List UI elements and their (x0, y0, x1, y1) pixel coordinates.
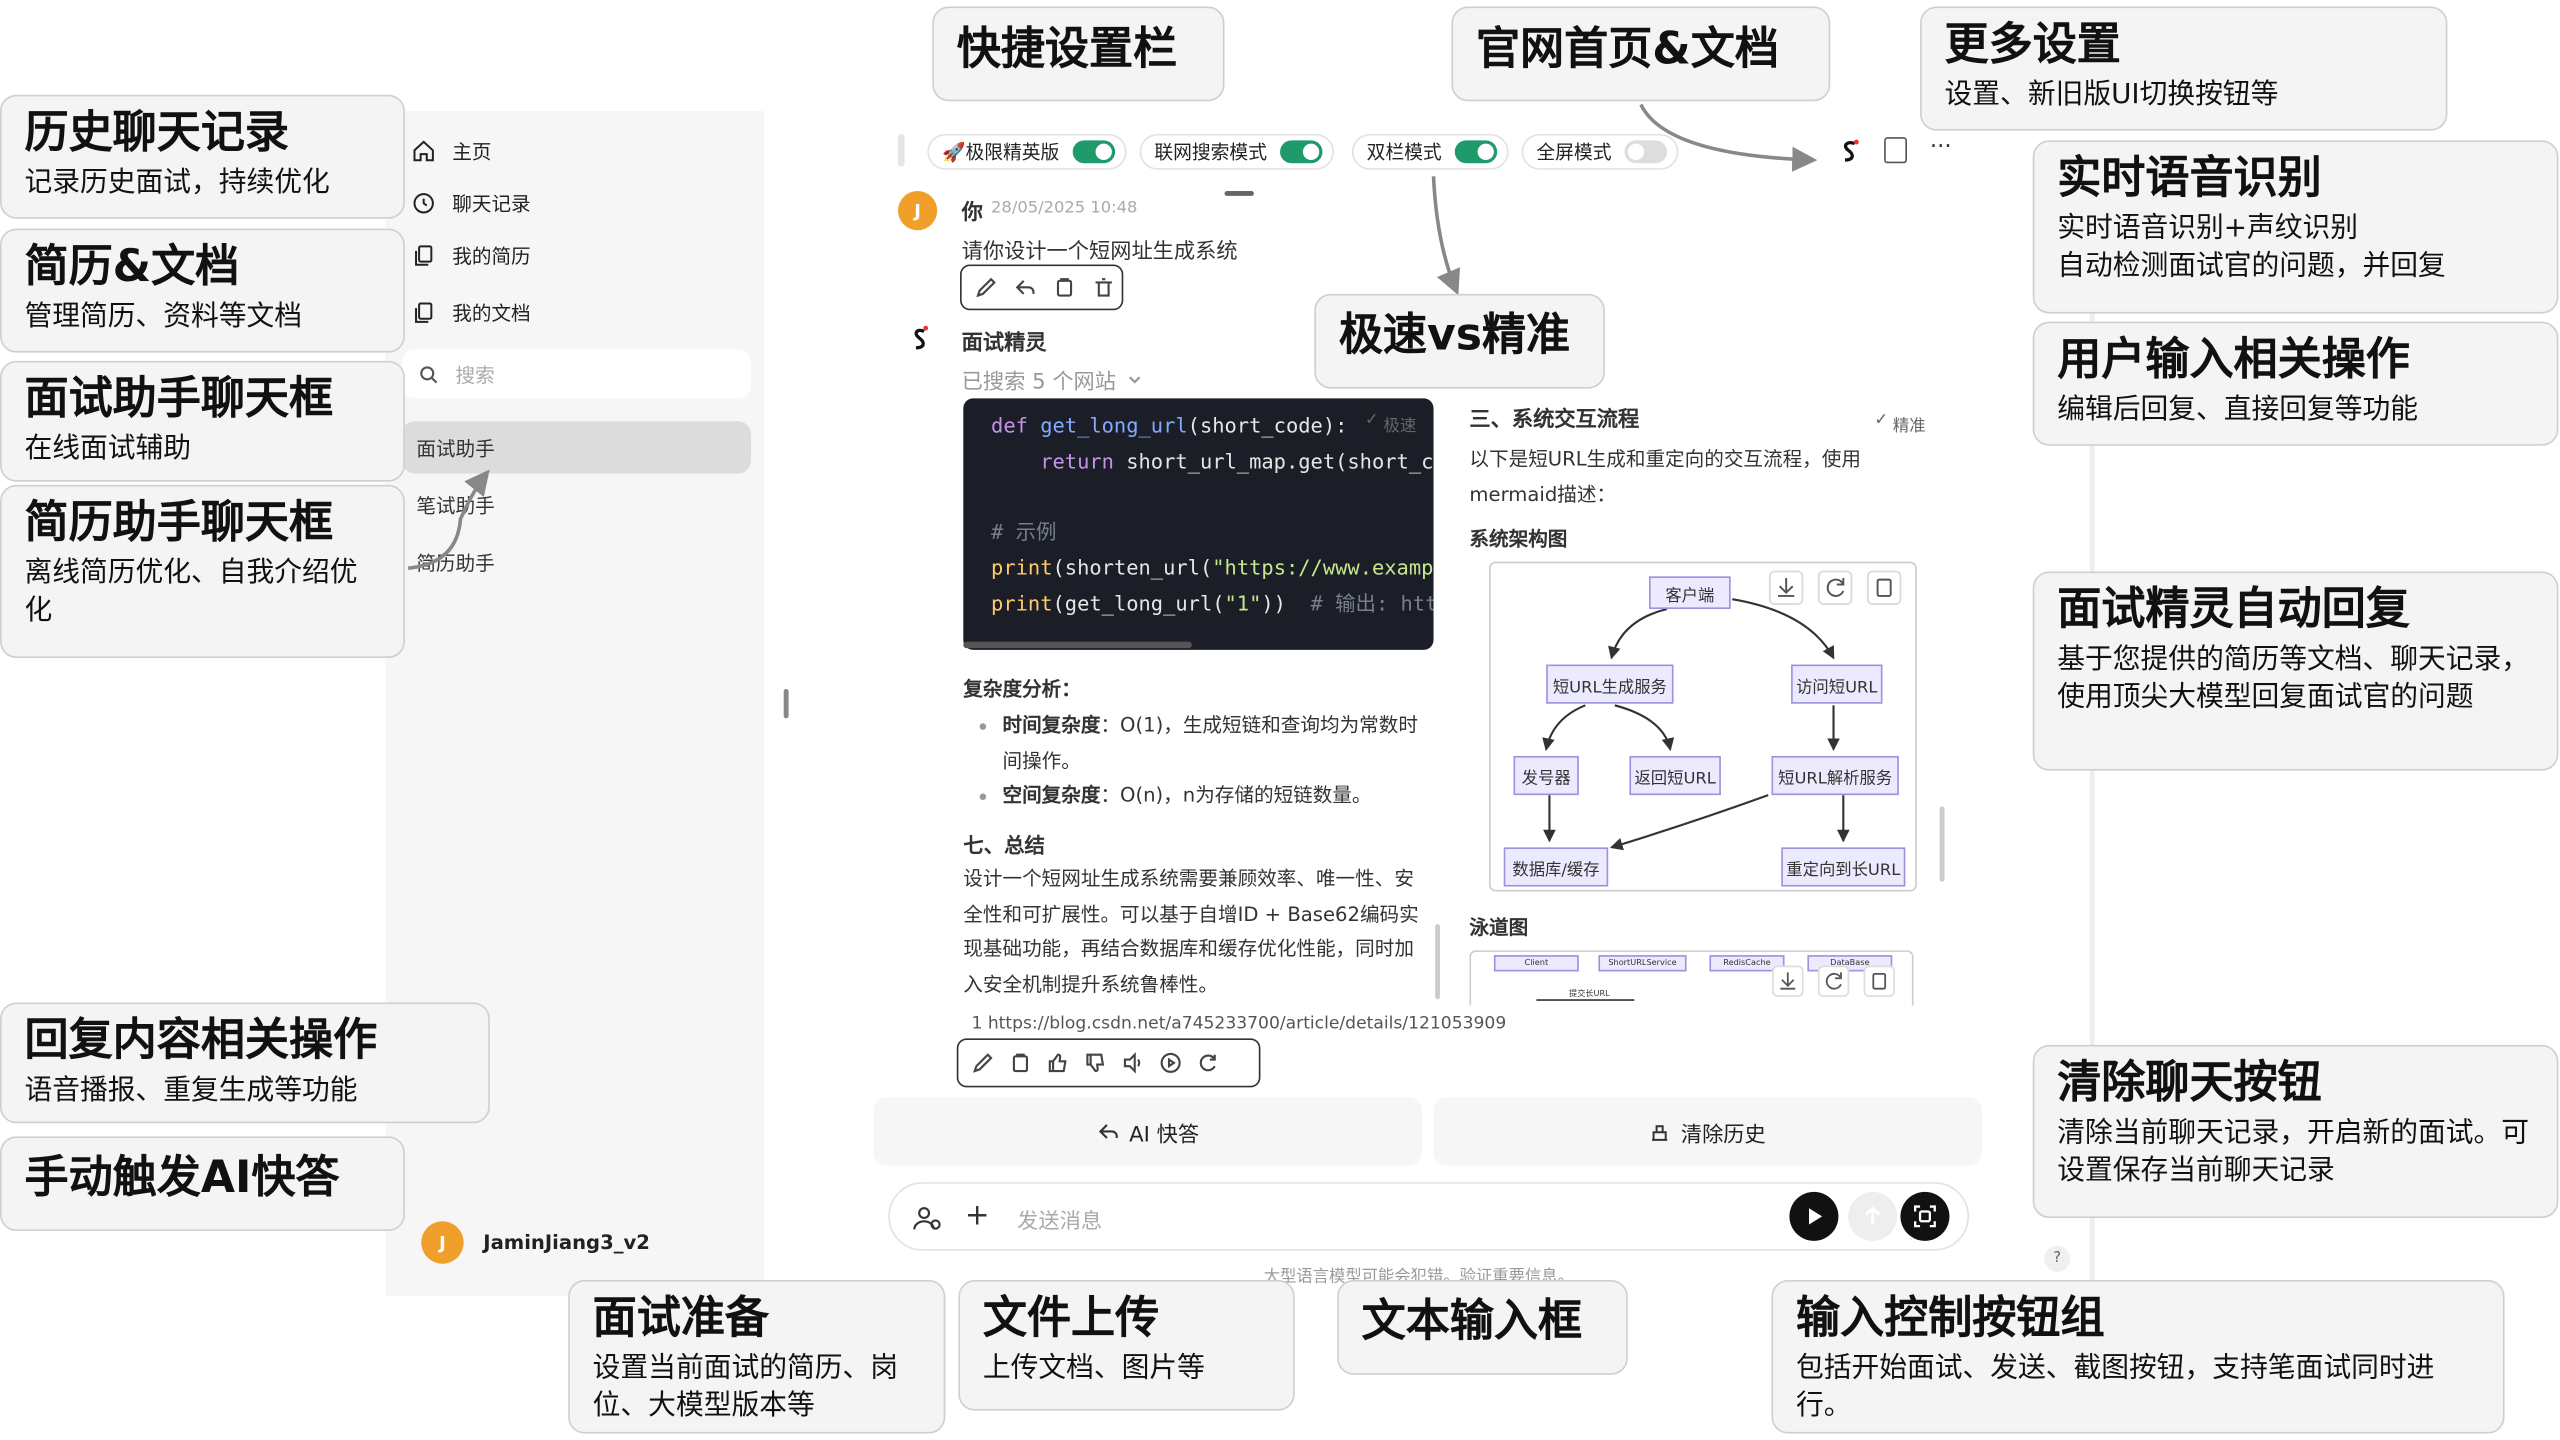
callout-clear-chat: 清除聊天按钮 清除当前聊天记录，开启新的面试。可设置保存当前聊天记录 (2032, 1044, 2559, 1218)
callout-resume-chat: 简历助手聊天框 离线简历优化、自我介绍优化 (0, 484, 405, 658)
callout-voice: 实时语音识别 实时语音识别+声纹识别 自动检测面试官的问题，并回复 (2032, 140, 2559, 314)
callout-quick-settings: 快捷设置栏 (932, 6, 1225, 102)
callout-user-input: 用户输入相关操作 编辑后回复、直接回复等功能 (2032, 321, 2559, 446)
callout-manual-ai: 手动触发AI快答 (0, 1136, 405, 1232)
callout-prep: 面试准备 设置当前面试的简历、岗位、大模型版本等 (568, 1280, 946, 1434)
callout-interview-chat: 面试助手聊天框 在线面试辅助 (0, 360, 405, 482)
callout-resume-docs: 简历&文档 管理简历、资料等文档 (0, 228, 405, 353)
callout-auto-reply: 面试精灵自动回复 基于您提供的简历等文档、聊天记录，使用顶尖大模型回复面试官的问题 (2032, 571, 2559, 771)
callout-reply-ops: 回复内容相关操作 语音播报、重复生成等功能 (0, 1002, 490, 1124)
callout-speed-vs-precise: 极速vs精准 (1314, 293, 1605, 389)
callout-history: 历史聊天记录 记录历史面试，持续优化 (0, 94, 405, 219)
callout-text-input: 文本输入框 (1337, 1280, 1628, 1375)
callout-more-settings: 更多设置 设置、新旧版UI切换按钮等 (1920, 6, 2448, 131)
callout-input-controls: 输入控制按钮组 包括开始面试、发送、截图按钮，支持笔面试同时进行。 (1771, 1280, 2505, 1434)
callout-website-docs: 官网首页&文档 (1451, 6, 1831, 102)
callout-upload: 文件上传 上传文档、图片等 (958, 1280, 1295, 1411)
